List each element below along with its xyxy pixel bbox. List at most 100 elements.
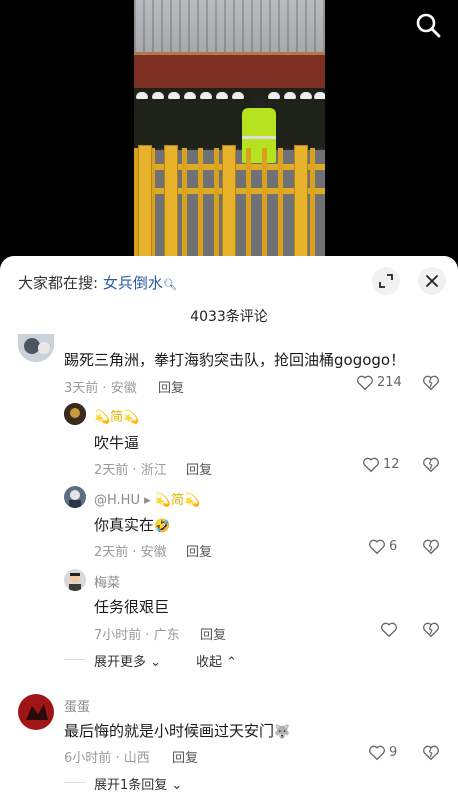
soldier-cap <box>284 92 296 99</box>
broken-heart-icon <box>423 539 439 555</box>
reply-meta: 2天前 · 浙江 <box>94 463 167 478</box>
reply-text: 吹牛逼 <box>94 434 140 452</box>
comment-time: 3天前 <box>64 381 99 396</box>
video-player[interactable] <box>0 0 458 262</box>
reply-text: 任务很艰巨 <box>94 598 170 616</box>
comment-text-content: 最后悔的就是小时候画过天安门 <box>64 722 275 740</box>
like-button[interactable]: 6 <box>368 538 397 555</box>
soldier-cap <box>314 92 325 99</box>
comment-meta: 3天前 · 安徽 <box>64 381 137 396</box>
comment-count: 4033条评论 <box>190 309 268 325</box>
chevron-down-icon: ⌄ <box>171 778 183 793</box>
reply-time: 7小时前 <box>94 628 142 643</box>
comment-sheet-header: 大家都在搜: 女兵倒水🔍︎ <box>0 256 458 306</box>
dislike-button[interactable] <box>422 374 440 395</box>
reply-author[interactable]: 梅菜 <box>94 572 120 591</box>
expand-replies-label: 展开1条回复 <box>94 778 168 793</box>
reply-author-line: @H.HU ▸ 💫简💫 <box>94 489 200 508</box>
expand-replies-button[interactable]: 展开1条回复 ⌄ <box>94 774 182 793</box>
search-small-icon: 🔍︎ <box>162 278 177 291</box>
reply-text-content: 你真实在 <box>94 516 155 534</box>
video-frame <box>134 0 325 262</box>
reply-button[interactable]: 回复 <box>172 747 198 766</box>
comment-location: 安徽 <box>110 381 137 396</box>
hot-search-prefix: 大家都在搜: <box>18 274 99 292</box>
like-button[interactable]: 214 <box>356 374 402 391</box>
comment-meta: 6小时前 · 山西 <box>64 751 150 766</box>
like-count: 6 <box>389 539 398 554</box>
red-wall <box>134 55 325 91</box>
like-button[interactable]: 12 <box>362 456 400 473</box>
comment-text: 踢死三角洲，拳打海豹突击队，抢回油桶gogogo！ <box>64 351 406 369</box>
broken-heart-icon <box>423 622 439 638</box>
railing-post <box>222 145 236 262</box>
soldier-cap <box>216 92 228 99</box>
reply-button[interactable]: 回复 <box>186 459 212 478</box>
reply-text: 你真实在🤣 <box>94 514 170 535</box>
like-count: 9 <box>389 745 398 760</box>
dislike-button[interactable] <box>422 621 440 642</box>
close-icon <box>426 275 438 287</box>
heart-icon <box>363 457 379 473</box>
collapse-label: 收起 <box>196 655 223 670</box>
like-count: 12 <box>383 457 400 472</box>
chevron-up-icon: ⌃ <box>226 655 238 670</box>
soldier-cap <box>152 92 164 99</box>
reply-location: 浙江 <box>140 463 167 478</box>
avatar[interactable] <box>18 694 54 730</box>
reply-to-arrow-icon: ▸ <box>144 493 151 508</box>
expand-more-replies-button[interactable]: 展开更多 ⌄ <box>94 651 161 670</box>
soldier-cap <box>200 92 212 99</box>
reply-time: 2天前 <box>94 463 129 478</box>
dislike-button[interactable] <box>422 456 440 477</box>
search-icon[interactable] <box>412 9 444 41</box>
reply-meta: 7小时前 · 广东 <box>94 628 180 643</box>
reply-location: 安徽 <box>140 545 167 560</box>
broken-heart-icon <box>423 745 439 761</box>
avatar[interactable] <box>64 569 86 591</box>
collapse-replies-button[interactable]: 收起 ⌃ <box>196 651 237 670</box>
heart-icon <box>357 375 373 391</box>
railing-post <box>138 145 152 262</box>
hot-search-keyword[interactable]: 女兵倒水 <box>103 274 163 292</box>
comment-sheet: 大家都在搜: 女兵倒水🔍︎ 4033条评论 <box>0 256 458 800</box>
reply-author[interactable]: @H.HU <box>94 493 140 508</box>
expand-icon <box>379 274 393 288</box>
reply-time: 2天前 <box>94 545 129 560</box>
reply-button[interactable]: 回复 <box>158 377 184 396</box>
soldier-cap <box>184 92 196 99</box>
background-trees <box>134 0 325 55</box>
soldier-cap <box>136 92 148 99</box>
reply-meta: 2天前 · 安徽 <box>94 545 167 560</box>
dislike-button[interactable] <box>422 744 440 765</box>
heart-icon <box>369 745 385 761</box>
reply-button[interactable]: 回复 <box>200 624 226 643</box>
reply-author[interactable]: 💫简💫 <box>94 406 139 425</box>
expand-more-label: 展开更多 <box>94 655 147 670</box>
hot-search[interactable]: 大家都在搜: 女兵倒水🔍︎ <box>18 272 177 293</box>
reply-location: 广东 <box>153 628 180 643</box>
dislike-button[interactable] <box>422 538 440 559</box>
avatar[interactable] <box>64 486 86 508</box>
soldier-cap <box>300 92 312 99</box>
husky-emoji-icon: 🐺 <box>274 725 291 740</box>
avatar[interactable] <box>64 403 86 425</box>
close-button[interactable] <box>418 267 446 295</box>
chevron-down-icon: ⌄ <box>150 655 162 670</box>
reply-to-user[interactable]: 💫简💫 <box>155 493 200 508</box>
soldier-cap <box>168 92 180 99</box>
railing-post <box>294 145 308 262</box>
comment-text: 最后悔的就是小时候画过天安门🐺 <box>64 720 290 741</box>
broken-heart-icon <box>423 457 439 473</box>
divider <box>64 659 86 660</box>
comment-author[interactable]: 蛋蛋 <box>64 696 90 715</box>
reply-button[interactable]: 回复 <box>186 541 212 560</box>
comment-time: 6小时前 <box>64 751 112 766</box>
divider <box>64 782 86 783</box>
laughing-crying-emoji-icon: 🤣 <box>154 519 171 534</box>
expand-fullscreen-button[interactable] <box>372 267 400 295</box>
like-count: 214 <box>377 375 402 390</box>
like-button[interactable] <box>380 621 401 638</box>
like-button[interactable]: 9 <box>368 744 397 761</box>
heart-icon <box>369 539 385 555</box>
